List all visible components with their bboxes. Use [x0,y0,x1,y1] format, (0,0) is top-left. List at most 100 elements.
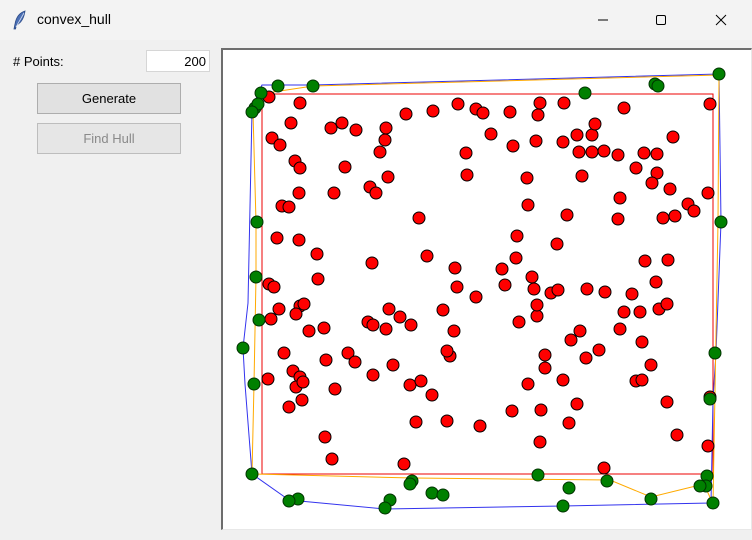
interior-point [668,209,682,223]
interior-point [533,96,547,110]
interior-point [525,270,539,284]
interior-point [521,198,535,212]
interior-point [293,161,307,175]
interior-point [645,176,659,190]
interior-point [459,146,473,160]
minimize-button[interactable] [580,0,626,40]
points-label: # Points: [13,54,64,69]
hull-point [403,477,417,491]
close-button[interactable] [698,0,744,40]
interior-point [261,372,275,386]
interior-point [379,121,393,135]
interior-point [404,318,418,332]
interior-point [397,457,411,471]
points-input[interactable] [146,50,210,72]
interior-point [338,160,352,174]
points-canvas[interactable] [221,48,752,530]
interior-point [625,287,639,301]
interior-point [637,146,651,160]
hull-point [252,313,266,327]
interior-point [521,377,535,391]
hull-point [600,474,614,488]
feather-icon [12,10,28,30]
interior-point [505,404,519,418]
app-window: convex_hull # Points: Generate Find Hull [0,0,752,540]
hull-point [425,486,439,500]
interior-point [506,139,520,153]
interior-point [448,261,462,275]
interior-point [617,305,631,319]
interior-point [273,138,287,152]
interior-point [597,461,611,475]
interior-point [348,355,362,369]
maximize-icon [656,15,666,25]
interior-point [293,96,307,110]
interior-point [420,249,434,263]
interior-point [585,128,599,142]
interior-point [530,309,544,323]
interior-point [617,101,631,115]
interior-point [495,262,509,276]
control-panel: # Points: Generate Find Hull [0,40,220,540]
hull-point [250,215,264,229]
interior-point [272,302,286,316]
interior-point [297,297,311,311]
interior-point [366,318,380,332]
interior-point [562,416,576,430]
interior-point [267,280,281,294]
hull-point [254,86,268,100]
hull-point [249,270,263,284]
interior-point [701,439,715,453]
hull-point [531,468,545,482]
hull-point [556,499,570,513]
interior-point [650,147,664,161]
interior-point [661,253,675,267]
interior-point [564,333,578,347]
interior-point [451,97,465,111]
interior-point [484,127,498,141]
interior-point [575,169,589,183]
interior-point [284,116,298,130]
maximize-button[interactable] [638,0,684,40]
interior-point [365,256,379,270]
hull-point [644,492,658,506]
interior-point [512,315,526,329]
interior-point [633,305,647,319]
interior-point [534,403,548,417]
interior-point [527,282,541,296]
hull-point [712,67,726,81]
interior-point [638,254,652,268]
interior-point [328,382,342,396]
interior-point [588,117,602,131]
hull-point [578,86,592,100]
interior-point [703,97,717,111]
hull-point [306,79,320,93]
interior-point [611,148,625,162]
hull-point [236,341,250,355]
interior-point [311,272,325,286]
hull-point [693,479,707,493]
generate-button[interactable]: Generate [37,83,181,114]
interior-point [556,373,570,387]
interior-point [509,251,523,265]
minimize-icon [598,19,608,21]
interior-point [264,312,278,326]
interior-point [302,324,316,338]
interior-point [585,145,599,159]
interior-point [324,121,338,135]
hull-outline-blue [242,73,722,510]
interior-point [663,182,677,196]
find-hull-button[interactable]: Find Hull [37,123,181,154]
interior-point [450,280,464,294]
interior-point [379,322,393,336]
hull-point [651,79,665,93]
interior-point [393,310,407,324]
title-bar[interactable]: convex_hull [0,0,752,40]
interior-point [325,452,339,466]
interior-point [296,375,310,389]
hull-point [436,488,450,502]
interior-point [282,200,296,214]
interior-point [282,400,296,414]
hull-point [562,481,576,495]
interior-point [531,108,545,122]
